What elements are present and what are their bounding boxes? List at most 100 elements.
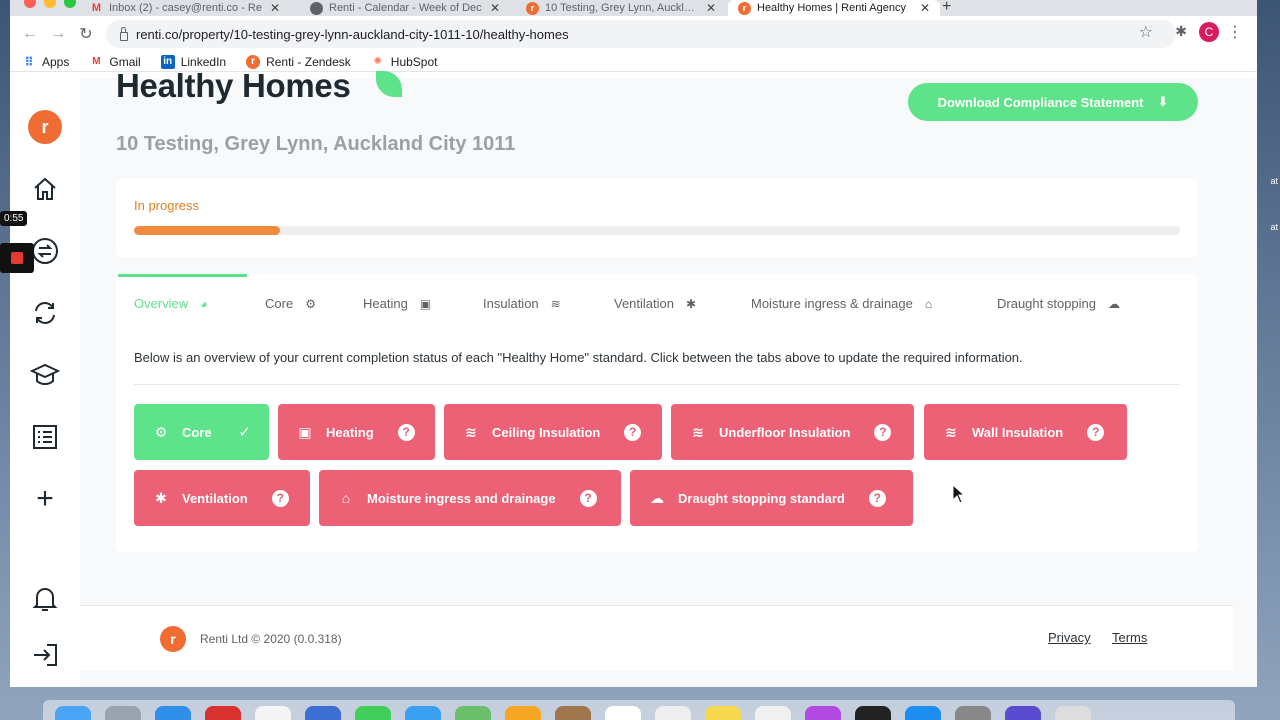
- tab-heating[interactable]: Heating ▣: [363, 296, 431, 311]
- standard-underfloor-insulation-button[interactable]: ≋ Underfloor Insulation ?: [671, 404, 914, 460]
- standard-label: Heating: [326, 424, 374, 440]
- app-icon[interactable]: [555, 706, 591, 720]
- standard-label: Ventilation: [182, 490, 248, 506]
- help-icon: ?: [624, 423, 642, 441]
- standard-wall-insulation-button[interactable]: ≋ Wall Insulation ?: [924, 404, 1127, 460]
- page-content: r + Healthy Homes 10 Testing, Grey Lynn,…: [10, 67, 1257, 687]
- close-tab-icon[interactable]: ✕: [920, 1, 930, 15]
- terms-link[interactable]: Terms: [1112, 630, 1147, 645]
- music-icon[interactable]: [755, 706, 791, 720]
- url-text: renti.co/property/10-testing-grey-lynn-a…: [136, 26, 569, 42]
- tab-draught[interactable]: Draught stopping ☁: [997, 296, 1120, 311]
- app-icon[interactable]: [205, 706, 241, 720]
- tab-overview[interactable]: Overview ◕: [134, 296, 207, 311]
- hubspot-icon: ✺: [373, 56, 382, 67]
- finder-icon[interactable]: [55, 706, 91, 720]
- standard-moisture-button[interactable]: ⌂ Moisture ingress and drainage ?: [319, 470, 621, 526]
- download-icon: ⬇: [1157, 94, 1169, 109]
- divider: [134, 384, 1180, 385]
- app-icon[interactable]: [1005, 706, 1041, 720]
- home-icon[interactable]: [30, 174, 60, 204]
- browser-tab[interactable]: r 10 Testing, Grey Lynn, Auckland ✕: [516, 0, 726, 16]
- safari-icon[interactable]: [155, 706, 191, 720]
- checklist-icon[interactable]: [30, 422, 60, 452]
- maximize-window-button[interactable]: [64, 0, 76, 8]
- menu-kebab-icon[interactable]: ⋮: [1227, 22, 1243, 42]
- messages-icon[interactable]: [355, 706, 391, 720]
- house-icon: ⌂: [341, 490, 351, 506]
- bookmark-star-icon[interactable]: ☆: [1139, 22, 1153, 42]
- app-store-icon[interactable]: [905, 706, 941, 720]
- browser-tab[interactable]: Renti - Calendar - Week of Dec ✕: [300, 0, 510, 16]
- standard-draught-button[interactable]: ☁ Draught stopping standard ?: [630, 470, 913, 526]
- logout-icon[interactable]: [30, 640, 60, 670]
- standard-ceiling-insulation-button[interactable]: ≋ Ceiling Insulation ?: [444, 404, 662, 460]
- browser-tab[interactable]: M Inbox (2) - casey@renti.co - Re ✕: [80, 0, 290, 16]
- privacy-link[interactable]: Privacy: [1048, 630, 1091, 645]
- system-preferences-icon[interactable]: [955, 706, 991, 720]
- standard-label: Underfloor Insulation: [719, 424, 851, 440]
- extensions-puzzle-icon[interactable]: ✱: [1175, 23, 1187, 40]
- tab-ventilation[interactable]: Ventilation ✱: [614, 296, 696, 311]
- tab-label: Insulation: [483, 296, 539, 311]
- download-compliance-button[interactable]: Download Compliance Statement ⬇: [908, 83, 1198, 121]
- standards-tabs: Overview ◕ Core ⚙ Heating ▣ Insulation ≋: [116, 274, 1198, 332]
- standard-core-button[interactable]: ⚙ Core ✓: [134, 404, 269, 460]
- address-bar[interactable]: renti.co/property/10-testing-grey-lynn-a…: [106, 20, 1176, 48]
- forward-arrow-icon[interactable]: →: [44, 25, 72, 43]
- bookmark-label: Apps: [42, 54, 70, 69]
- bookmark-hubspot[interactable]: ✺ HubSpot: [371, 55, 438, 69]
- mouse-cursor-icon: [952, 484, 966, 504]
- page-footer: r Renti Ltd © 2020 (0.0.318) Privacy Ter…: [80, 605, 1233, 671]
- tab-title: 10 Testing, Grey Lynn, Auckland: [545, 2, 700, 14]
- reminders-icon[interactable]: [655, 706, 691, 720]
- stop-icon: [11, 252, 23, 264]
- close-tab-icon[interactable]: ✕: [490, 1, 500, 15]
- app-icon[interactable]: [305, 706, 341, 720]
- renti-logo[interactable]: r: [28, 110, 62, 144]
- trash-icon[interactable]: [1055, 706, 1091, 720]
- standard-heating-button[interactable]: ▣ Heating ?: [278, 404, 435, 460]
- help-icon: ?: [874, 423, 892, 441]
- leaf-icon: [376, 71, 402, 97]
- lock-icon: [120, 26, 128, 41]
- photos-icon[interactable]: [255, 706, 291, 720]
- renti-icon: r: [738, 1, 751, 15]
- launchpad-icon[interactable]: [105, 706, 141, 720]
- graduation-cap-icon[interactable]: [30, 360, 60, 390]
- standards-card: Overview ◕ Core ⚙ Heating ▣ Insulation ≋: [116, 274, 1198, 552]
- reload-icon[interactable]: ↻: [72, 24, 100, 44]
- minimize-window-button[interactable]: [44, 0, 56, 8]
- help-icon: ?: [868, 489, 886, 507]
- progress-card: In progress: [116, 179, 1198, 257]
- browser-tab-active[interactable]: r Healthy Homes | Renti Agency ✕: [728, 0, 940, 16]
- new-tab-icon[interactable]: +: [942, 0, 951, 16]
- sync-icon[interactable]: [30, 298, 60, 328]
- back-arrow-icon[interactable]: ←: [16, 25, 44, 43]
- main-content: Healthy Homes 10 Testing, Grey Lynn, Auc…: [80, 67, 1257, 687]
- close-tab-icon[interactable]: ✕: [706, 1, 716, 15]
- profile-avatar[interactable]: C: [1199, 22, 1219, 42]
- app-icon[interactable]: [505, 706, 541, 720]
- bell-icon[interactable]: [30, 584, 60, 614]
- stop-recording-button[interactable]: [0, 243, 34, 273]
- standard-ventilation-button[interactable]: ✱ Ventilation ?: [134, 470, 310, 526]
- calendar-icon[interactable]: [605, 706, 641, 720]
- notes-icon[interactable]: [705, 706, 741, 720]
- add-icon[interactable]: +: [30, 482, 60, 515]
- tab-moisture[interactable]: Moisture ingress & drainage ⌂: [751, 296, 932, 311]
- waves-icon: ≋: [465, 423, 477, 440]
- maps-icon[interactable]: [455, 706, 491, 720]
- podcasts-icon[interactable]: [805, 706, 841, 720]
- tab-insulation[interactable]: Insulation ≋: [483, 296, 561, 311]
- help-icon: ?: [579, 489, 597, 507]
- heater-icon: ▣: [298, 423, 312, 440]
- gear-icon: ⚙: [305, 296, 316, 311]
- tab-core[interactable]: Core ⚙: [265, 296, 316, 311]
- app-icon[interactable]: [405, 706, 441, 720]
- app-icon[interactable]: [855, 706, 891, 720]
- close-window-button[interactable]: [24, 0, 36, 8]
- bookmark-apps[interactable]: ⠿ Apps: [22, 55, 69, 69]
- transfer-icon[interactable]: [30, 236, 60, 266]
- close-tab-icon[interactable]: ✕: [270, 1, 280, 15]
